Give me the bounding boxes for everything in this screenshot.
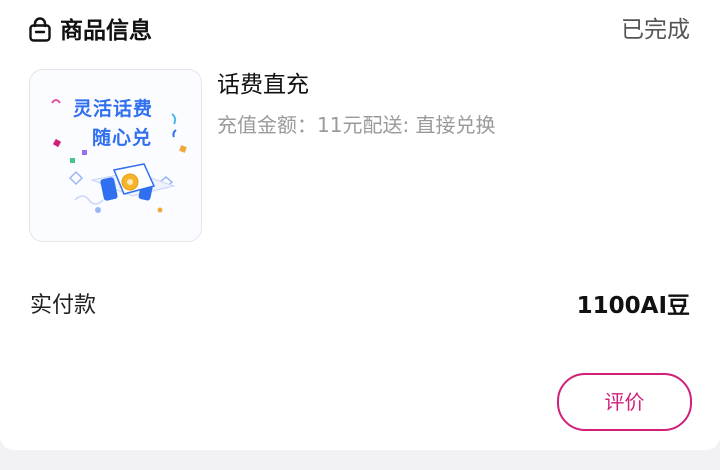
thumbnail-decoration [51, 99, 187, 213]
thumbnail-text-line2: 随心兑 [92, 127, 153, 149]
payment-label: 实付款 [30, 293, 97, 318]
shopping-bag-icon [29, 17, 51, 42]
review-button[interactable]: 评价 [557, 373, 692, 431]
order-card: 商品信息 已完成 灵活话费 随心兑 话费直充 充值金额：11元配送: 直接兑换 [0, 0, 720, 450]
payment-amount: 1100AI豆 [576, 293, 690, 319]
product-thumbnail[interactable]: 灵活话费 随心兑 [29, 69, 202, 242]
section-title: 商品信息 [60, 18, 152, 44]
thumbnail-text-line1: 灵活话费 [73, 98, 154, 120]
product-title[interactable]: 话费直充 [217, 69, 309, 101]
order-status: 已完成 [621, 17, 690, 43]
product-spec: 充值金额：11元配送: 直接兑换 [217, 113, 496, 137]
